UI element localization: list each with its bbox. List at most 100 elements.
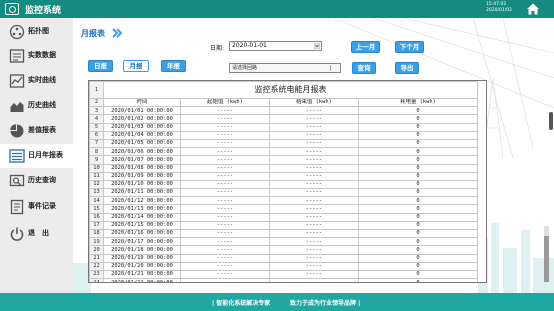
prev-month-button[interactable]: 上一月: [351, 41, 380, 53]
table-cell: -----: [269, 163, 359, 173]
row-number: 3: [89, 106, 104, 116]
table-cell: 0: [358, 155, 478, 165]
sidebar-item-label: 历史查询: [28, 176, 56, 184]
row-number: 15: [89, 204, 104, 214]
table-cell: -----: [180, 179, 270, 190]
table-cell: 0: [358, 171, 478, 181]
report-title-row: 1 监控系统电能月报表: [89, 81, 478, 99]
table-cell: -----: [269, 237, 359, 247]
title-bar: 监控系统 15:47:02 2020/01/02: [0, 0, 554, 18]
table-cell: 2020/01/12 00:00:00: [103, 196, 181, 206]
row-number: 24: [89, 278, 104, 282]
row-number: 19: [89, 237, 104, 247]
footer-slogan-1: | 智能化系统解决专家: [212, 300, 271, 307]
tab-year-report[interactable]: 年报: [161, 60, 186, 72]
report-grid[interactable]: 1 监控系统电能月报表 2 时间 起始值 (kwh) 结束值 (kwh) 耗电量…: [88, 80, 487, 283]
sidebar-item-event-log[interactable]: 事件记录: [0, 195, 73, 219]
sidebar-item-realtime-curve[interactable]: 实时曲线: [0, 69, 73, 93]
table-row: 21 2020/01/19 00:00:00 ----- ----- 0: [89, 253, 478, 263]
table-cell: 2020/01/18 00:00:00: [103, 245, 181, 255]
report-scrollbar[interactable]: [544, 226, 549, 282]
table-cell: 0: [358, 147, 478, 157]
table-cell: 2020/01/17 00:00:00: [103, 237, 181, 247]
row-number: 21: [89, 253, 104, 263]
circuit-select[interactable]: 请选择回路: [229, 63, 341, 73]
table-cell: 0: [358, 163, 478, 173]
date-picker[interactable]: 2020-01-01: [229, 41, 322, 51]
export-button[interactable]: 导出: [395, 62, 419, 74]
tab-day-report[interactable]: 日报: [88, 60, 113, 72]
table-cell: 2020/01/06 00:00:00: [103, 147, 181, 157]
table-row: 18 2020/01/16 00:00:00 ----- ----- 0: [89, 228, 478, 239]
column-header-consumption: 耗电量 (kwh): [358, 97, 478, 108]
table-cell: -----: [180, 220, 270, 231]
chevron-down-icon: [330, 65, 339, 71]
row-number: 11: [89, 171, 104, 181]
table-cell: -----: [180, 204, 270, 214]
table-cell: -----: [269, 114, 359, 124]
table-cell: 2020/01/03 00:00:00: [103, 122, 181, 132]
sidebar-item-realtime-data[interactable]: 实数数据: [0, 44, 73, 68]
row-number: 17: [89, 220, 104, 231]
table-cell: -----: [180, 245, 270, 255]
table-cell: -----: [269, 106, 359, 116]
table-cell: -----: [269, 188, 359, 198]
table-cell: -----: [269, 245, 359, 255]
calendar-dropdown-icon[interactable]: [314, 43, 320, 49]
table-row: 16 2020/01/14 00:00:00 ----- ----- 0: [89, 212, 478, 222]
table-cell: -----: [180, 106, 270, 116]
query-button[interactable]: 查询: [352, 62, 376, 74]
pie-chart-icon: [10, 124, 24, 138]
row-number: 22: [89, 261, 104, 271]
table-row: 24 2020/01/22 00:00:00 ----- ----- 0: [89, 278, 478, 282]
scrollbar-thumb[interactable]: [544, 236, 549, 282]
date-value: 2020-01-01: [232, 42, 267, 49]
table-row: 15 2020/01/13 00:00:00 ----- ----- 0: [89, 204, 478, 214]
column-header-start: 起始值 (kwh): [180, 97, 270, 108]
home-icon[interactable]: [526, 2, 540, 16]
sidebar-item-label: 退 出: [28, 229, 49, 237]
page-title: 月报表: [81, 29, 105, 38]
table-row: 9 2020/01/07 00:00:00 ----- ----- 0: [89, 155, 478, 165]
table-cell: 0: [358, 278, 478, 282]
row-number: 18: [89, 228, 104, 239]
table-row: 20 2020/01/18 00:00:00 ----- ----- 0: [89, 245, 478, 255]
table-cell: -----: [269, 179, 359, 190]
table-cell: 0: [358, 188, 478, 198]
table-row: 11 2020/01/09 00:00:00 ----- ----- 0: [89, 171, 478, 181]
report-list-icon: [9, 149, 25, 163]
table-cell: -----: [269, 204, 359, 214]
footer: | 智能化系统解决专家 致力于成为行业领导品牌 |: [0, 293, 554, 311]
table-row: 10 2020/01/08 00:00:00 ----- ----- 0: [89, 163, 478, 173]
history-search-icon: [9, 174, 25, 187]
sidebar-item-history-curve[interactable]: 历史曲线: [0, 94, 73, 118]
sidebar-item-exit[interactable]: 退 出: [0, 222, 73, 246]
row-number: 4: [89, 114, 104, 124]
sidebar-item-label: 事件记录: [28, 202, 56, 210]
sidebar-item-topology[interactable]: 拓扑图: [0, 20, 73, 44]
table-row: 13 2020/01/11 00:00:00 ----- ----- 0: [89, 188, 478, 198]
app-title: 监控系统: [25, 6, 62, 16]
table-cell: -----: [180, 138, 270, 149]
column-header-end: 结束值 (kwh): [269, 97, 359, 108]
tab-month-report[interactable]: 月报: [123, 60, 149, 72]
sidebar-item-day-month-year-report[interactable]: 日月年报表: [0, 144, 73, 168]
table-cell: -----: [269, 196, 359, 206]
next-month-button[interactable]: 下个月: [395, 41, 424, 53]
column-header-time: 时间: [103, 97, 181, 108]
sidebar-item-history-query[interactable]: 历史查询: [0, 169, 73, 193]
area-chart-icon: [10, 102, 24, 112]
sidebar-item-diff-report[interactable]: 差值报表: [0, 119, 73, 143]
sidebar-item-label: 拓扑图: [28, 27, 49, 35]
table-cell: -----: [269, 171, 359, 181]
table-cell: -----: [180, 188, 270, 198]
row-number: 14: [89, 196, 104, 206]
sidebar-item-label: 历史曲线: [28, 101, 56, 109]
report-title: 监控系统电能月报表: [103, 81, 478, 99]
table-cell: -----: [269, 261, 359, 271]
table-cell: -----: [180, 253, 270, 263]
table-cell: -----: [180, 171, 270, 181]
table-cell: 0: [358, 245, 478, 255]
window-edge-handle[interactable]: [549, 112, 553, 130]
footer-slogan-2: 致力于成为行业领导品牌 |: [290, 300, 361, 307]
